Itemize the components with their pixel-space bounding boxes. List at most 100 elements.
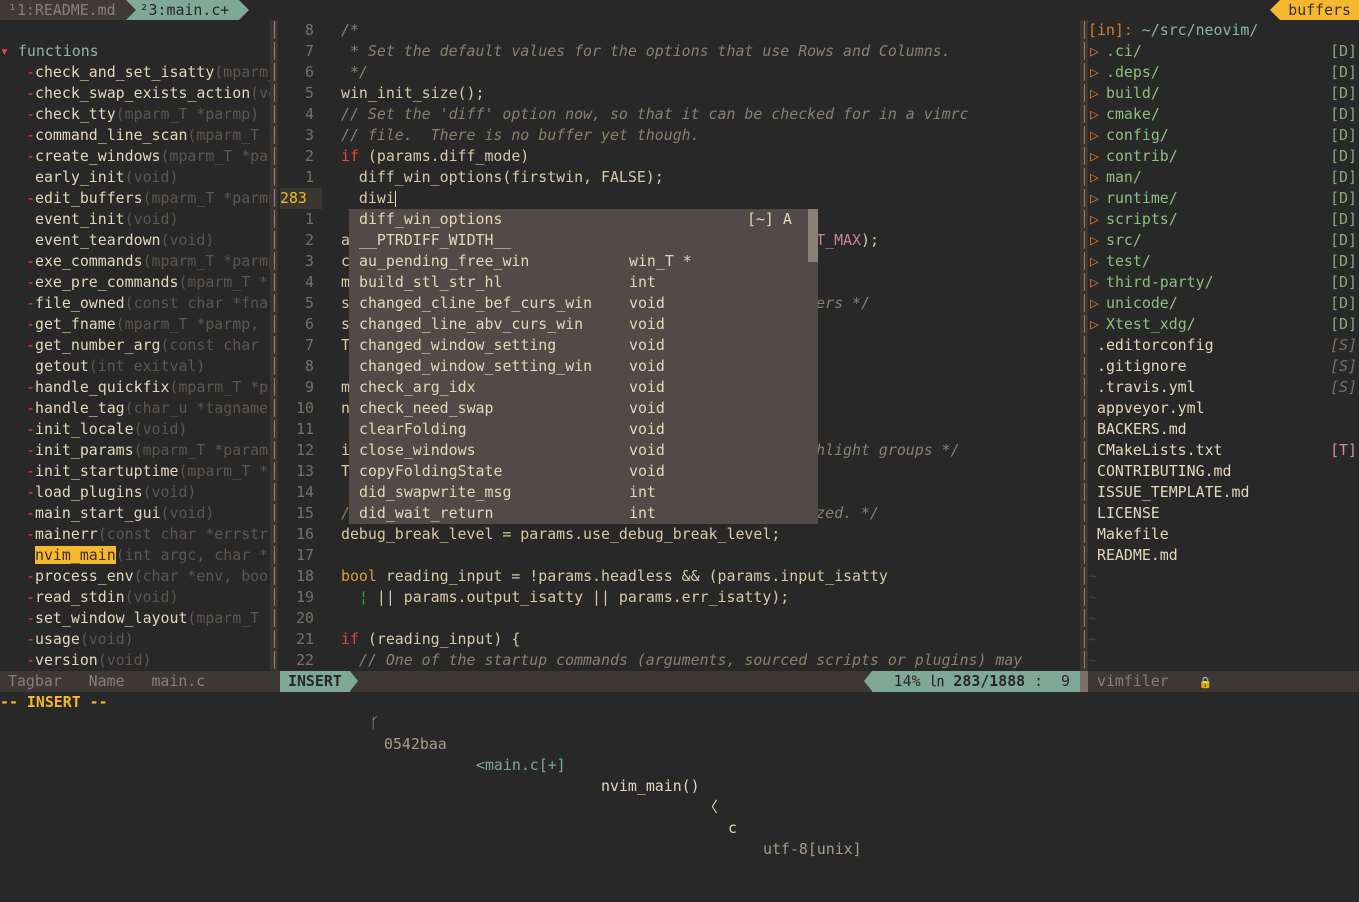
file-entry[interactable]: .gitignore [S] bbox=[1088, 356, 1359, 377]
file-entry[interactable]: CONTRIBUTING.md bbox=[1088, 461, 1359, 482]
tagbar-item[interactable]: -version(void) bbox=[0, 650, 270, 671]
function-name[interactable]: exe_pre_commands bbox=[35, 273, 178, 291]
tagbar-item[interactable]: -init_startuptime(mparm_T * bbox=[0, 461, 270, 482]
folder-closed-icon[interactable]: ▷ bbox=[1088, 41, 1106, 62]
tagbar-header[interactable]: ▾ functions bbox=[0, 41, 270, 62]
vimfiler-pane[interactable]: [in]: ~/src/neovim/▷ .ci/[D] ▷ .deps/[D] ▷ bu… bbox=[1088, 20, 1359, 671]
tagbar-item[interactable]: -edit_buffers(mparm_T *parmp bbox=[0, 188, 270, 209]
function-name[interactable]: init_params bbox=[35, 441, 134, 459]
function-name[interactable]: file_owned bbox=[35, 294, 125, 312]
function-name[interactable]: read_stdin bbox=[35, 588, 125, 606]
code-line[interactable]: debug_break_level = params.use_debug_bre… bbox=[341, 524, 1080, 545]
tagbar-item[interactable]: -check_and_set_isatty(mparm_T *parmp) bbox=[0, 62, 270, 83]
directory-entry[interactable]: ▷ test/ [D] bbox=[1088, 251, 1359, 272]
completion-item[interactable]: clearFolding void bbox=[349, 419, 818, 440]
tagbar-item[interactable]: -handle_quickfix(mparm_T *p bbox=[0, 377, 270, 398]
completion-item[interactable]: did_wait_return int bbox=[349, 503, 818, 524]
tagbar-item[interactable]: nvim_main(int argc, char * bbox=[0, 545, 270, 566]
function-name[interactable]: early_init bbox=[35, 168, 125, 186]
code-line[interactable]: */ bbox=[341, 62, 1080, 83]
file-entry[interactable]: CMakeLists.txt [T] bbox=[1088, 440, 1359, 461]
tagbar-item[interactable]: -get_fname(mparm_T *parmp, bbox=[0, 314, 270, 335]
folder-closed-icon[interactable]: ▷ bbox=[1088, 83, 1106, 104]
completion-item[interactable]: check_arg_idx void bbox=[349, 377, 818, 398]
completion-item[interactable]: au_pending_free_win win_T * bbox=[349, 251, 818, 272]
folder-closed-icon[interactable]: ▷ bbox=[1088, 188, 1106, 209]
function-name[interactable]: create_windows bbox=[35, 147, 161, 165]
directory-entry[interactable]: ▷ third-party/ [D] bbox=[1088, 272, 1359, 293]
tagbar-item[interactable]: -init_params(mparm_T *param bbox=[0, 440, 270, 461]
code-line[interactable]: diwi bbox=[341, 188, 1080, 209]
code-line[interactable]: bool reading_input = !params.headless &&… bbox=[341, 566, 1080, 587]
tagbar-item[interactable]: -handle_tag(char_u *tagname bbox=[0, 398, 270, 419]
completion-item[interactable]: check_need_swap void bbox=[349, 398, 818, 419]
function-name[interactable]: handle_quickfix bbox=[35, 378, 169, 396]
function-name[interactable]: set_window_layout bbox=[35, 609, 187, 627]
function-name[interactable]: event_init bbox=[35, 210, 125, 228]
directory-entry[interactable]: ▷ src/ [D] bbox=[1088, 230, 1359, 251]
tagbar-item[interactable]: event_teardown(void) bbox=[0, 230, 270, 251]
code-line[interactable]: // Set the 'diff' option now, so that it… bbox=[341, 104, 1080, 125]
folder-closed-icon[interactable]: ▷ bbox=[1088, 230, 1106, 251]
code-line[interactable]: diff_win_options(firstwin, FALSE); bbox=[341, 167, 1080, 188]
directory-entry[interactable]: ▷ .ci/ [D] bbox=[1088, 41, 1359, 62]
completion-item[interactable]: did_swapwrite_msg int bbox=[349, 482, 818, 503]
tagbar-item[interactable]: getout(int exitval) bbox=[0, 356, 270, 377]
tagbar-item[interactable]: -main_start_gui(void) bbox=[0, 503, 270, 524]
completion-popup[interactable]: diff_win_options [~] A __PTRDIFF_WIDTH__ au… bbox=[349, 209, 818, 524]
folder-closed-icon[interactable]: ▷ bbox=[1088, 167, 1106, 188]
folder-closed-icon[interactable]: ▷ bbox=[1088, 104, 1106, 125]
tagbar-pane[interactable]: ▾ functions-check_and_set_isatty(mparm_T… bbox=[0, 20, 270, 671]
file-entry[interactable]: Makefile bbox=[1088, 524, 1359, 545]
code-line[interactable]: * Set the default values for the options… bbox=[341, 41, 1080, 62]
directory-entry[interactable]: ▷ contrib/ [D] bbox=[1088, 146, 1359, 167]
fold-open-icon[interactable]: ▾ bbox=[0, 42, 18, 60]
tagbar-item[interactable]: event_init(void) bbox=[0, 209, 270, 230]
folder-closed-icon[interactable]: ▷ bbox=[1088, 251, 1106, 272]
tagbar-item[interactable]: -file_owned(const char *fna bbox=[0, 293, 270, 314]
file-entry[interactable]: appveyor.yml bbox=[1088, 398, 1359, 419]
tagbar-item[interactable]: -command_line_scan(mparm_T *parmp) bbox=[0, 125, 270, 146]
tagbar-item[interactable]: -usage(void) bbox=[0, 629, 270, 650]
completion-item[interactable]: changed_line_abv_curs_win void bbox=[349, 314, 818, 335]
completion-item[interactable]: changed_cline_bef_curs_win void bbox=[349, 293, 818, 314]
completion-item[interactable]: changed_window_setting_win void bbox=[349, 356, 818, 377]
code-line[interactable]: // One of the startup commands (argument… bbox=[341, 650, 1080, 671]
code-line[interactable]: if (params.diff_mode) bbox=[341, 146, 1080, 167]
directory-entry[interactable]: ▷ scripts/ [D] bbox=[1088, 209, 1359, 230]
directory-entry[interactable]: ▷ man/ [D] bbox=[1088, 167, 1359, 188]
file-entry[interactable]: .editorconfig [S] bbox=[1088, 335, 1359, 356]
tagbar-item[interactable]: -check_tty(mparm_T *parmp) bbox=[0, 104, 270, 125]
completion-item[interactable]: __PTRDIFF_WIDTH__ bbox=[349, 230, 818, 251]
completion-item[interactable]: copyFoldingState void bbox=[349, 461, 818, 482]
tagbar-item[interactable]: -init_locale(void) bbox=[0, 419, 270, 440]
folder-closed-icon[interactable]: ▷ bbox=[1088, 209, 1106, 230]
function-name[interactable]: nvim_main bbox=[35, 546, 116, 564]
folder-closed-icon[interactable]: ▷ bbox=[1088, 125, 1106, 146]
completion-item[interactable]: changed_window_setting void bbox=[349, 335, 818, 356]
function-name[interactable]: init_locale bbox=[35, 420, 134, 438]
tagbar-item[interactable]: -set_window_layout(mparm_T bbox=[0, 608, 270, 629]
completion-scrollbar[interactable] bbox=[808, 209, 818, 524]
tagbar-item[interactable]: -exe_commands(mparm_T *parmp bbox=[0, 251, 270, 272]
code-line[interactable] bbox=[341, 608, 1080, 629]
file-entry[interactable]: README.md bbox=[1088, 545, 1359, 566]
completion-item[interactable]: build_stl_str_hl int bbox=[349, 272, 818, 293]
function-name[interactable]: get_fname bbox=[35, 315, 116, 333]
completion-item[interactable]: diff_win_options [~] A bbox=[349, 209, 818, 230]
file-entry[interactable]: .travis.yml [S] bbox=[1088, 377, 1359, 398]
file-entry[interactable]: BACKERS.md bbox=[1088, 419, 1359, 440]
function-name[interactable]: usage bbox=[35, 630, 80, 648]
tagbar-item[interactable]: -get_number_arg(const char bbox=[0, 335, 270, 356]
function-name[interactable]: get_number_arg bbox=[35, 336, 161, 354]
tagbar-item[interactable]: -load_plugins(void) bbox=[0, 482, 270, 503]
directory-entry[interactable]: ▷ build/ [D] bbox=[1088, 83, 1359, 104]
tab-readme[interactable]: ¹1:README.md bbox=[0, 0, 136, 20]
directory-entry[interactable]: ▷ config/ [D] bbox=[1088, 125, 1359, 146]
code-line[interactable]: win_init_size(); bbox=[341, 83, 1080, 104]
code-line[interactable]: if (reading_input) { bbox=[341, 629, 1080, 650]
completion-item[interactable]: close_windows void bbox=[349, 440, 818, 461]
directory-entry[interactable]: ▷ runtime/ [D] bbox=[1088, 188, 1359, 209]
code-line[interactable]: ¦ || params.output_isatty || params.err_… bbox=[341, 587, 1080, 608]
folder-closed-icon[interactable]: ▷ bbox=[1088, 293, 1106, 314]
